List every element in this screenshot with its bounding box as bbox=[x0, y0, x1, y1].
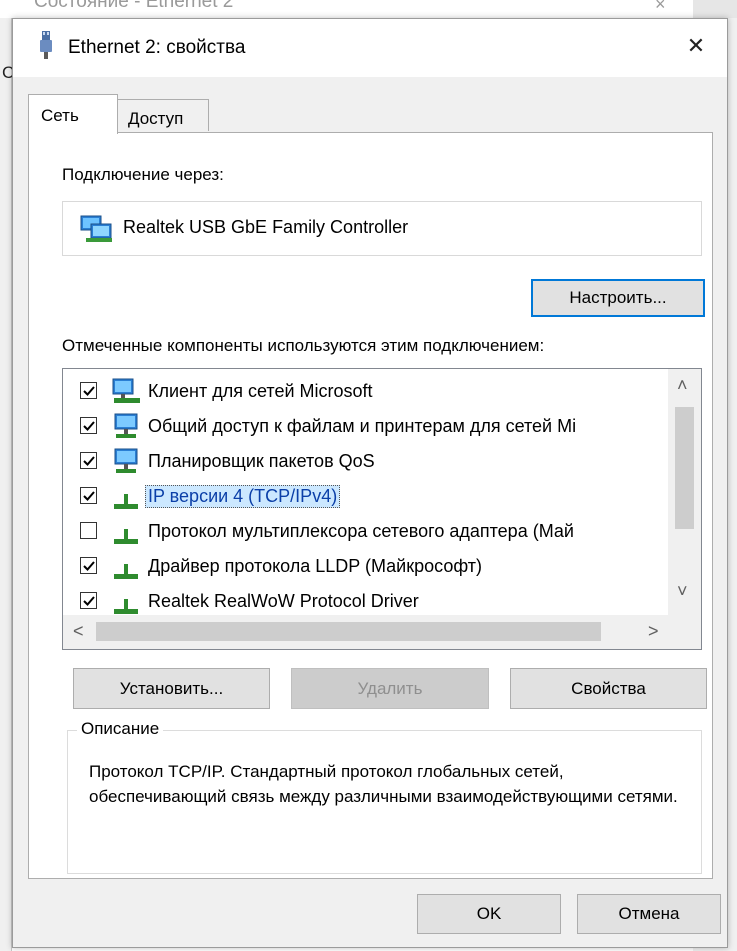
protocol-icon bbox=[114, 564, 138, 579]
tab-network[interactable]: Сеть bbox=[28, 94, 118, 134]
network-service-icon bbox=[114, 448, 138, 473]
install-button[interactable]: Установить... bbox=[73, 668, 270, 709]
horizontal-scroll-thumb[interactable] bbox=[96, 622, 601, 641]
list-item[interactable]: Драйвер протокола LLDP (Майкрософт) bbox=[63, 549, 668, 584]
component-checkbox[interactable] bbox=[80, 417, 97, 434]
network-adapter-card-icon bbox=[80, 215, 112, 242]
checkmark-icon bbox=[83, 561, 95, 571]
component-label: Общий доступ к файлам и принтерам для се… bbox=[148, 416, 577, 436]
network-adapter-icon bbox=[40, 31, 52, 59]
protocol-icon bbox=[114, 599, 138, 614]
checkmark-icon bbox=[83, 596, 95, 606]
list-item[interactable]: Протокол мультиплексора сетевого адаптер… bbox=[63, 514, 668, 549]
list-item[interactable]: IP версии 4 (TCP/IPv4) bbox=[63, 479, 668, 514]
adapter-name: Realtek USB GbE Family Controller bbox=[123, 217, 409, 237]
description-label: Описание bbox=[77, 719, 164, 739]
component-label: Клиент для сетей Microsoft bbox=[148, 381, 373, 401]
scroll-left-icon[interactable]: < bbox=[73, 621, 84, 642]
connect-via-label: Подключение через: bbox=[62, 165, 224, 184]
component-label: Планировщик пакетов QoS bbox=[148, 451, 375, 471]
background-window-edge bbox=[693, 0, 737, 18]
component-label: Realtek RealWoW Protocol Driver bbox=[148, 591, 419, 611]
dialog-title: Ethernet 2: свойства bbox=[68, 37, 246, 58]
remove-button[interactable]: Удалить bbox=[291, 668, 489, 709]
protocol-icon bbox=[114, 494, 138, 509]
component-label: IP версии 4 (TCP/IPv4) bbox=[145, 485, 341, 508]
cancel-button-label: Отмена bbox=[618, 904, 680, 923]
component-checkbox[interactable] bbox=[80, 452, 97, 469]
tab-sharing-label: Доступ bbox=[128, 109, 184, 128]
scroll-right-icon[interactable]: > bbox=[648, 621, 659, 642]
network-service-icon bbox=[114, 413, 138, 438]
properties-button-label: Свойства bbox=[571, 678, 646, 698]
tab-network-label: Сеть bbox=[41, 106, 79, 125]
network-client-icon bbox=[112, 378, 140, 403]
checkmark-icon bbox=[83, 456, 95, 466]
adapter-box: Realtek USB GbE Family Controller bbox=[62, 201, 702, 256]
background-window-left-edge bbox=[0, 18, 12, 951]
component-checkbox[interactable] bbox=[80, 592, 97, 609]
background-window-title: Состояние - Ethernet 2 bbox=[34, 0, 234, 12]
list-item[interactable]: Клиент для сетей Microsoft bbox=[63, 374, 668, 409]
component-label: Драйвер протокола LLDP (Майкрософт) bbox=[148, 556, 483, 576]
description-text: Протокол TCP/IP. Стандартный протокол гл… bbox=[89, 762, 678, 806]
tab-sharing[interactable]: Доступ bbox=[117, 99, 209, 131]
vertical-scroll-thumb[interactable] bbox=[675, 407, 694, 529]
component-checkbox[interactable] bbox=[80, 487, 97, 504]
properties-dialog: Ethernet 2: свойства ✕ Сеть Доступ Подкл… bbox=[12, 18, 728, 948]
components-list[interactable]: Клиент для сетей Microsoft Общий доступ … bbox=[62, 368, 702, 650]
component-checkbox[interactable] bbox=[80, 557, 97, 574]
scroll-down-icon[interactable]: ˅ bbox=[677, 581, 688, 602]
cancel-button[interactable]: Отмена bbox=[577, 894, 721, 934]
component-checkbox[interactable] bbox=[80, 382, 97, 399]
tab-panel-network: Подключение через: Realtek USB GbE Famil… bbox=[28, 132, 713, 879]
checkmark-icon bbox=[83, 421, 95, 431]
properties-button[interactable]: Свойства bbox=[510, 668, 707, 709]
close-icon: ✕ bbox=[686, 33, 706, 58]
ok-button-label: OK bbox=[476, 904, 502, 923]
list-item[interactable]: Realtek RealWoW Protocol Driver bbox=[63, 584, 668, 619]
description-group: Протокол TCP/IP. Стандартный протокол гл… bbox=[67, 730, 702, 874]
list-item[interactable]: Общий доступ к файлам и принтерам для се… bbox=[63, 409, 668, 444]
remove-button-label: Удалить bbox=[357, 678, 423, 698]
component-checkbox[interactable] bbox=[80, 522, 97, 539]
checkmark-icon bbox=[83, 491, 95, 501]
close-button[interactable]: ✕ bbox=[673, 23, 719, 69]
checkmark-icon bbox=[83, 386, 95, 396]
scroll-up-icon[interactable]: ˄ bbox=[677, 375, 688, 396]
protocol-icon bbox=[114, 529, 138, 544]
background-close-icon[interactable]: × bbox=[655, 0, 666, 15]
dialog-titlebar: Ethernet 2: свойства ✕ bbox=[13, 19, 727, 77]
background-window-titlebar: Состояние - Ethernet 2 × bbox=[0, 0, 737, 18]
install-button-label: Установить... bbox=[119, 678, 224, 698]
configure-button-label: Настроить... bbox=[569, 288, 667, 307]
configure-button[interactable]: Настроить... bbox=[531, 279, 705, 317]
component-label: Протокол мультиплексора сетевого адаптер… bbox=[148, 521, 574, 541]
list-item[interactable]: Планировщик пакетов QoS bbox=[63, 444, 668, 479]
ok-button[interactable]: OK bbox=[417, 894, 561, 934]
components-label: Отмеченные компоненты используются этим … bbox=[62, 336, 545, 355]
